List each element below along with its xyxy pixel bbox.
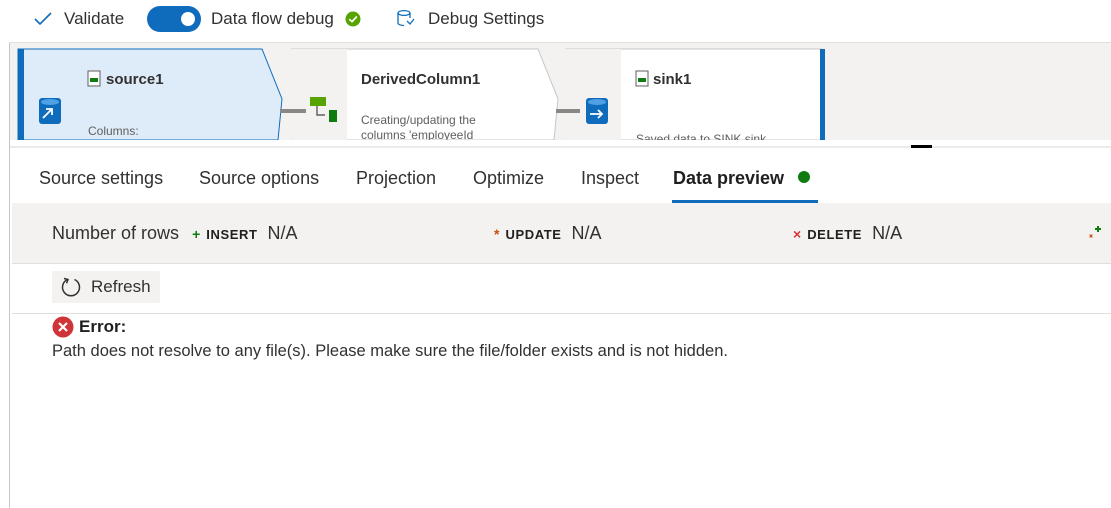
update-label: UPDATE: [505, 227, 562, 242]
number-of-rows-label: Number of rows: [52, 223, 180, 243]
error-header: Error:: [52, 316, 126, 338]
insert-value: N/A: [267, 223, 298, 243]
data-flow-debug-label-wrap: Data flow debug: [211, 0, 361, 38]
debug-settings-label: Debug Settings: [428, 9, 545, 28]
validate-button[interactable]: Validate: [34, 0, 124, 38]
column-stats-icon[interactable]: [1085, 223, 1103, 241]
row-stats-bar: Number of rows + INSERT N/A * UPDATE N/A × DE…: [12, 203, 1111, 264]
error-message: Path does not resolve to any file(s). Pl…: [52, 342, 728, 360]
delete-label: DELETE: [807, 227, 863, 242]
update-value: N/A: [571, 223, 602, 243]
error-circle-icon: [52, 316, 74, 338]
source1-node-accent: [18, 49, 24, 140]
canvas-shapes: [17, 48, 825, 140]
source1-node-shape: [17, 48, 283, 140]
preview-divider: [12, 313, 1111, 314]
data-flow-debug-toggle[interactable]: [147, 6, 201, 32]
insert-plus-icon: +: [192, 226, 201, 242]
data-flow-canvas[interactable]: source1 Columns: DerivedColumn1 Creating…: [10, 43, 1111, 140]
database-settings-icon: [397, 9, 415, 27]
source-icon: [39, 98, 61, 124]
tab-data-preview-label: Data preview: [673, 168, 785, 188]
delete-x-icon: ×: [793, 226, 802, 242]
delete-value: N/A: [872, 223, 903, 243]
status-ok-icon: [345, 11, 361, 27]
insert-label: INSERT: [206, 227, 258, 242]
tab-inspect[interactable]: Inspect: [581, 168, 639, 189]
settings-tab-bar: Source settings Source options Projectio…: [12, 150, 1111, 202]
derivedcolumn1-node-subtitle: Creating/updating the columns 'employeeI…: [361, 113, 476, 140]
source1-node-subtitle: Columns:: [88, 124, 139, 138]
toggle-knob: [181, 12, 195, 26]
debug-settings-button[interactable]: Debug Settings: [396, 0, 544, 38]
update-stat: * UPDATE N/A: [494, 223, 602, 244]
rows-label-wrap: Number of rows + INSERT N/A: [52, 223, 298, 244]
tab-projection[interactable]: Projection: [356, 168, 436, 189]
tab-source-settings[interactable]: Source settings: [39, 168, 163, 189]
pane-resize-handle[interactable]: [911, 145, 932, 148]
sink1-node-title[interactable]: sink1: [653, 71, 691, 88]
connector-2: [556, 109, 580, 113]
sink1-file-icon: [635, 70, 649, 87]
source1-file-icon: [87, 70, 101, 87]
update-asterisk-icon: *: [494, 226, 500, 242]
sink1-node-subtitle: Saved data to SINK sink: [636, 132, 767, 140]
delete-stat: × DELETE N/A: [793, 223, 902, 244]
sink1-node-accent: [820, 49, 825, 140]
source1-node-title[interactable]: source1: [106, 71, 164, 88]
refresh-icon: [61, 277, 81, 297]
tab-source-options[interactable]: Source options: [199, 168, 319, 189]
connector-1: [280, 109, 306, 113]
toolbar: Validate Data flow debug Debug Settings: [0, 0, 1111, 42]
refresh-button[interactable]: Refresh: [52, 271, 160, 303]
canvas-divider: [10, 146, 1111, 148]
derivedcolumn1-node-title[interactable]: DerivedColumn1: [361, 71, 480, 88]
data-flow-debug-label: Data flow debug: [211, 9, 334, 28]
tab-optimize[interactable]: Optimize: [473, 168, 544, 189]
checkmark-icon: [34, 12, 52, 26]
status-dot-icon: [798, 171, 811, 183]
derivedcolumn1-icon-area: [292, 49, 347, 140]
tab-data-preview[interactable]: Data preview: [673, 168, 811, 189]
validate-label: Validate: [64, 9, 125, 28]
refresh-label: Refresh: [91, 277, 151, 296]
sink1-icon-area: [566, 49, 621, 140]
error-title: Error:: [79, 317, 127, 336]
sink-icon: [586, 98, 608, 124]
